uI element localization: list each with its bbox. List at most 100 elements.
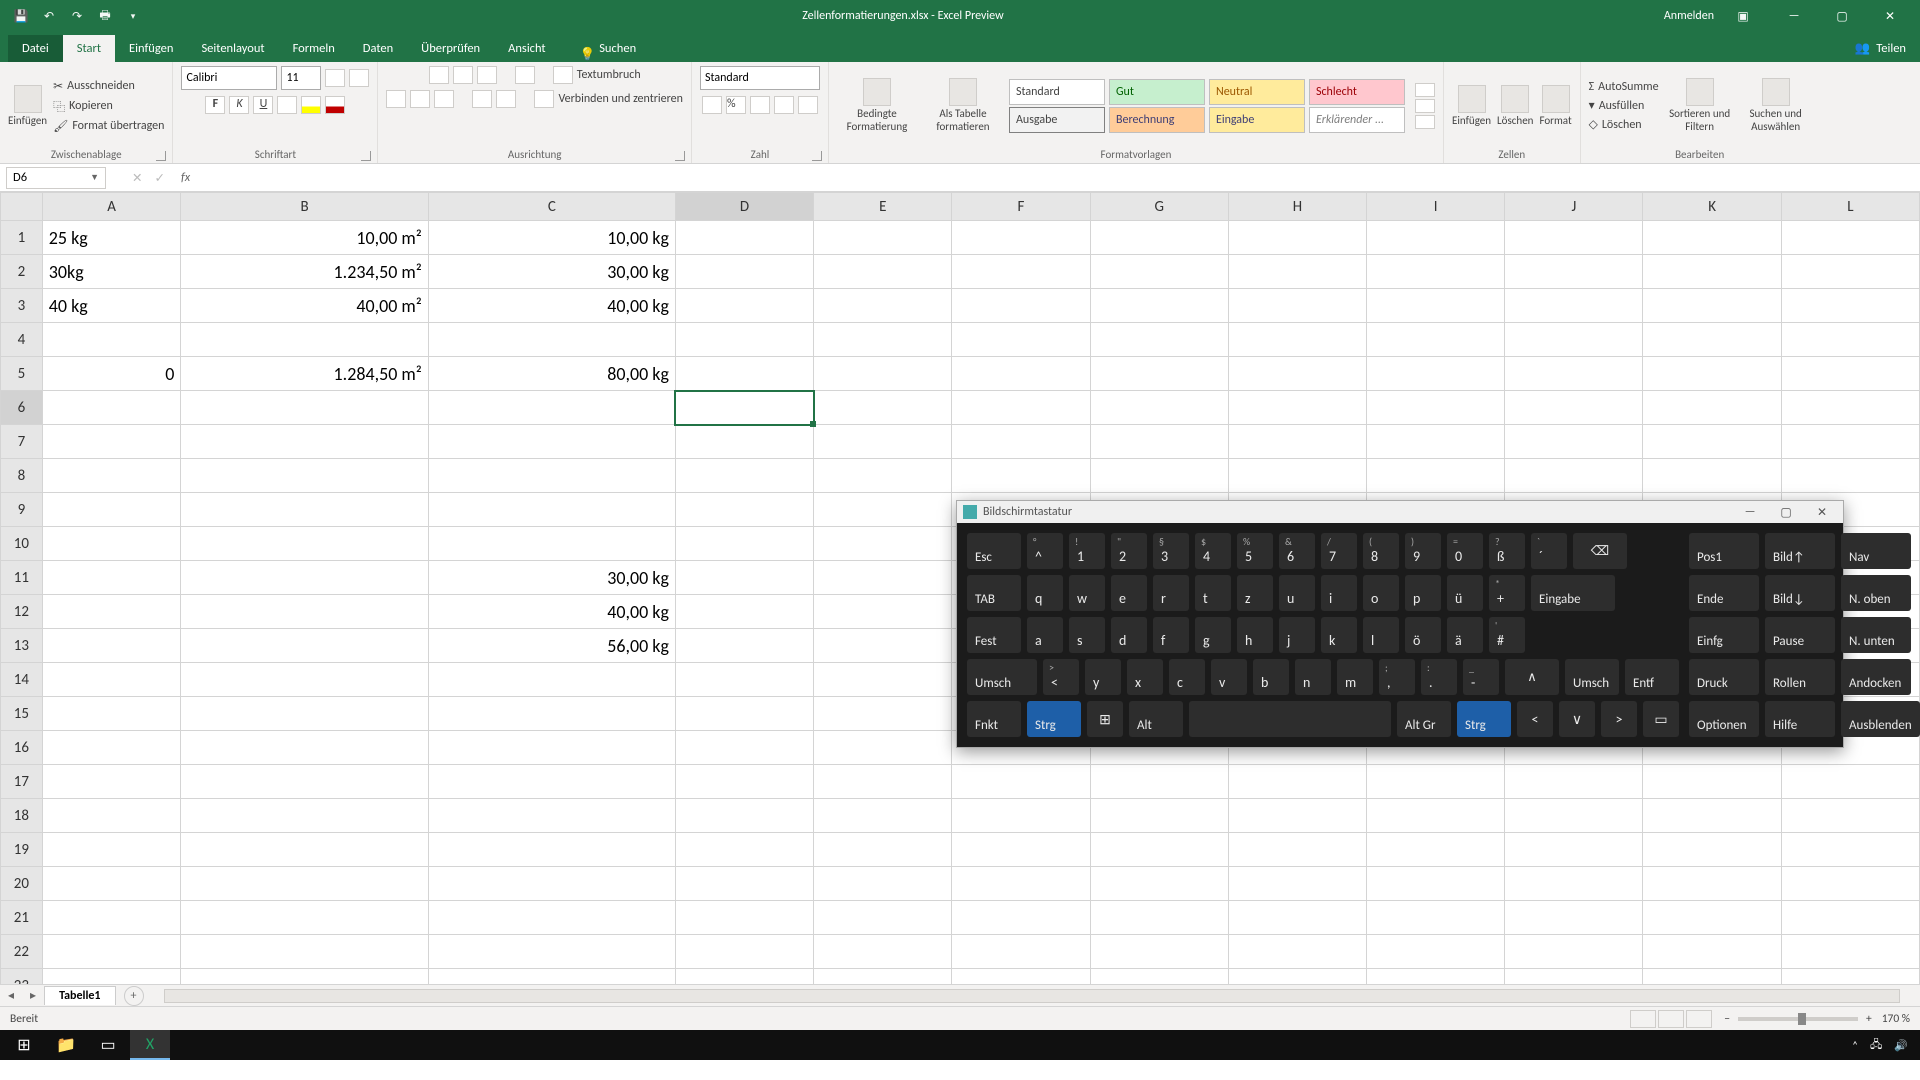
cell[interactable] (1643, 255, 1781, 289)
column-header[interactable]: I (1367, 193, 1505, 221)
cell[interactable] (1505, 935, 1643, 969)
cell[interactable] (1781, 833, 1919, 867)
row-header[interactable]: 16 (1, 731, 43, 765)
cell[interactable] (42, 323, 181, 357)
osk-key[interactable]: /7 (1321, 533, 1357, 569)
osk-key[interactable]: Bild↓ (1765, 575, 1835, 611)
align-left-icon[interactable] (386, 90, 406, 108)
zoom-out-button[interactable]: − (1724, 1012, 1730, 1026)
cell[interactable] (1367, 901, 1505, 935)
osk-key[interactable]: :. (1421, 659, 1457, 695)
osk-key[interactable]: `´ (1531, 533, 1567, 569)
osk-key[interactable]: °^ (1027, 533, 1063, 569)
osk-key[interactable]: >< (1043, 659, 1079, 695)
paste-button[interactable]: Einfügen (8, 85, 47, 128)
horizontal-scrollbar[interactable] (164, 989, 1900, 1003)
osk-key[interactable]: a (1027, 617, 1063, 653)
cell[interactable] (1367, 255, 1505, 289)
cell[interactable] (814, 425, 952, 459)
column-header[interactable]: J (1505, 193, 1643, 221)
cell[interactable]: 1.284,50 m² (181, 357, 428, 391)
cell[interactable] (1781, 459, 1919, 493)
cell[interactable] (1090, 425, 1228, 459)
share-button[interactable]: 👥Teilen (1841, 35, 1920, 62)
cell[interactable] (814, 527, 952, 561)
cell[interactable] (1090, 459, 1228, 493)
osk-key[interactable]: b (1253, 659, 1289, 695)
fill-color-button[interactable] (301, 96, 321, 114)
cell[interactable] (1505, 459, 1643, 493)
cell[interactable] (428, 425, 675, 459)
cell[interactable] (1505, 799, 1643, 833)
cell[interactable] (1505, 221, 1643, 255)
cell[interactable] (42, 493, 181, 527)
cell[interactable] (1505, 323, 1643, 357)
orientation-icon[interactable] (515, 66, 535, 84)
cell[interactable] (814, 867, 952, 901)
row-header[interactable]: 21 (1, 901, 43, 935)
cell[interactable]: 25 kg (42, 221, 181, 255)
osk-key[interactable]: Alt Gr (1397, 701, 1451, 737)
cell[interactable] (428, 697, 675, 731)
cell[interactable] (952, 255, 1090, 289)
column-header[interactable]: A (42, 193, 181, 221)
font-size-combo[interactable] (281, 66, 321, 90)
merge-center-button[interactable]: Verbinden und zentrieren (558, 92, 683, 106)
cell[interactable] (1090, 221, 1228, 255)
style-output[interactable]: Ausgabe (1009, 107, 1105, 133)
column-header[interactable]: K (1643, 193, 1781, 221)
osk-key[interactable]: u (1279, 575, 1315, 611)
cell[interactable] (181, 935, 428, 969)
style-bad[interactable]: Schlecht (1309, 79, 1405, 105)
tell-me[interactable]: Suchen (595, 35, 650, 62)
cell[interactable]: 1.234,50 m² (181, 255, 428, 289)
osk-key[interactable]: Rollen (1765, 659, 1835, 695)
osk-maximize-button[interactable]: ▢ (1771, 505, 1801, 520)
cell[interactable] (675, 731, 813, 765)
cell[interactable] (814, 697, 952, 731)
cell[interactable] (952, 935, 1090, 969)
align-center-icon[interactable] (410, 90, 430, 108)
osk-key[interactable]: Andocken (1841, 659, 1911, 695)
cell[interactable] (675, 935, 813, 969)
clipboard-dialog-icon[interactable] (156, 151, 166, 161)
cell[interactable] (1228, 799, 1366, 833)
cell[interactable] (1090, 833, 1228, 867)
cell[interactable] (1781, 323, 1919, 357)
cell[interactable]: 30kg (42, 255, 181, 289)
osk-key[interactable]: x (1127, 659, 1163, 695)
cell[interactable] (181, 391, 428, 425)
cell[interactable] (675, 323, 813, 357)
zoom-in-button[interactable]: + (1866, 1012, 1872, 1026)
cell[interactable] (675, 255, 813, 289)
cell[interactable] (1367, 935, 1505, 969)
copy-button[interactable]: ⿻Kopieren (53, 98, 164, 115)
redo-icon[interactable]: ↷ (68, 7, 86, 25)
cell[interactable] (814, 833, 952, 867)
merge-icon[interactable] (534, 90, 554, 108)
cell[interactable] (428, 663, 675, 697)
cell[interactable] (42, 561, 181, 595)
system-tray[interactable]: ˄ 🖧 🔊 (1852, 1036, 1916, 1055)
cancel-icon[interactable]: ✕ (126, 170, 148, 186)
cell[interactable] (1367, 459, 1505, 493)
osk-key[interactable]: Fest (967, 617, 1021, 653)
start-button[interactable]: ⊞ (4, 1030, 44, 1060)
cell[interactable] (952, 357, 1090, 391)
cell[interactable] (181, 561, 428, 595)
cell[interactable] (952, 901, 1090, 935)
osk-key[interactable]: j (1279, 617, 1315, 653)
osk-key[interactable]: Optionen (1689, 701, 1759, 737)
fx-icon[interactable]: fx (171, 170, 200, 185)
cell[interactable] (675, 629, 813, 663)
view-normal-icon[interactable] (1630, 1010, 1656, 1028)
style-input[interactable]: Eingabe (1209, 107, 1305, 133)
find-select-button[interactable]: Suchen und Auswählen (1741, 78, 1811, 133)
osk-key[interactable]: t (1195, 575, 1231, 611)
osk-key[interactable]: v (1211, 659, 1247, 695)
cell[interactable] (181, 663, 428, 697)
osk-key[interactable]: $4 (1195, 533, 1231, 569)
osk-key[interactable]: Ende (1689, 575, 1759, 611)
osk-key[interactable]: TAB (967, 575, 1021, 611)
cell[interactable] (1505, 391, 1643, 425)
